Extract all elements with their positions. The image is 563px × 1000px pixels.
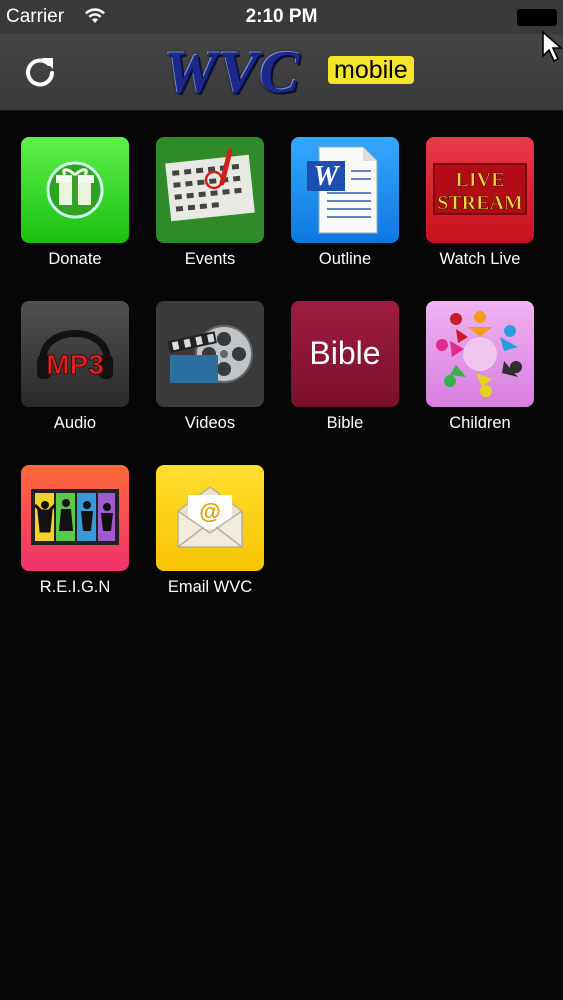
mp3-text: MP3 [46, 349, 104, 380]
dancers-icon[interactable] [21, 465, 129, 571]
tile-donate[interactable]: Donate [15, 137, 135, 287]
bible-text: Bible [309, 335, 380, 371]
tile-children[interactable]: Children [420, 301, 540, 451]
word-w-text: W [314, 161, 341, 192]
tile-videos[interactable]: Videos [150, 301, 270, 451]
live-text: LIVE [456, 169, 505, 191]
stream-text: STREAM [437, 192, 523, 214]
carrier-label: Carrier [6, 6, 65, 27]
email-at-text: @ [199, 499, 220, 524]
navigation-bar: WVC mobile [0, 34, 563, 111]
calendar-icon[interactable] [156, 137, 264, 243]
tile-label: Watch Live [439, 250, 521, 268]
tile-label: Videos [184, 414, 236, 432]
email-envelope-icon[interactable]: @ [156, 465, 264, 571]
mouse-pointer-icon [542, 30, 563, 63]
logo-mobile-text: mobile [328, 56, 414, 84]
status-bar: Carrier 2:10 PM [0, 0, 563, 34]
refresh-icon[interactable] [20, 52, 60, 92]
tile-email-wvc[interactable]: @ Email WVC [150, 465, 270, 615]
tile-audio[interactable]: MP3 Audio [15, 301, 135, 451]
tile-reign[interactable]: R.E.I.G.N [15, 465, 135, 615]
children-circle-icon[interactable] [426, 301, 534, 407]
bible-icon[interactable]: Bible [291, 301, 399, 407]
film-reel-icon[interactable] [156, 301, 264, 407]
tile-label: Events [184, 250, 236, 268]
live-stream-icon[interactable]: LIVE STREAM [426, 137, 534, 243]
mp3-headphones-icon[interactable]: MP3 [21, 301, 129, 407]
tile-label: Audio [53, 414, 97, 432]
tile-watch-live[interactable]: LIVE STREAM Watch Live [420, 137, 540, 287]
tile-bible[interactable]: Bible Bible [285, 301, 405, 451]
tile-label: Children [449, 414, 511, 432]
battery-icon [517, 9, 557, 26]
gift-icon[interactable] [21, 137, 129, 243]
tile-label: R.E.I.G.N [39, 578, 111, 596]
word-document-icon[interactable]: W [291, 137, 399, 243]
tile-label: Email WVC [167, 578, 253, 596]
tile-outline[interactable]: W Outline [285, 137, 405, 287]
wvc-mobile-logo: WVC mobile [160, 39, 414, 105]
logo-wvc-text: WVC [164, 39, 301, 105]
tile-label: Outline [318, 250, 372, 268]
tile-label: Bible [326, 414, 364, 432]
tile-label: Donate [48, 250, 102, 268]
tile-events[interactable]: Events [150, 137, 270, 287]
wifi-icon [85, 8, 105, 23]
